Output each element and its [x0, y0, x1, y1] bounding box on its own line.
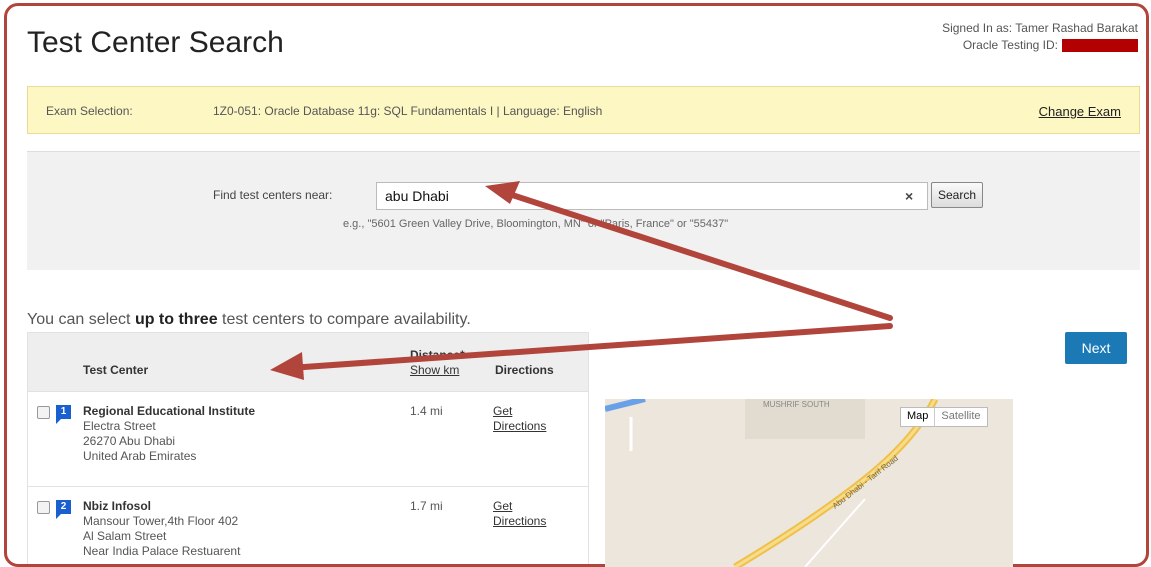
redacted-id: [1062, 39, 1138, 53]
address-line: Mansour Tower,4th Floor 402: [83, 514, 239, 528]
test-center-table: Test Center Distance* Show km Directions…: [27, 332, 589, 564]
page-title: Test Center Search: [27, 26, 284, 59]
change-exam-link[interactable]: Change Exam: [1039, 104, 1121, 119]
show-km-link[interactable]: Show km: [410, 363, 459, 377]
signed-in-label: Signed In as:: [942, 21, 1013, 35]
map-pin-icon: 1: [56, 405, 71, 424]
col-distance: Distance* Show km: [410, 348, 465, 378]
exam-selection-bar: Exam Selection: 1Z0-051: Oracle Database…: [27, 86, 1140, 134]
selection-prefix: You can select: [27, 311, 135, 328]
table-row: 1 Regional Educational Institute Electra…: [27, 392, 589, 487]
exam-selection-value: 1Z0-051: Oracle Database 11g: SQL Fundam…: [213, 104, 603, 118]
center-distance: 1.7 mi: [410, 499, 443, 513]
get-directions-link[interactable]: Get Directions: [493, 499, 546, 529]
selection-bold: up to three: [134, 311, 218, 328]
search-label: Find test centers near:: [213, 188, 333, 202]
search-input[interactable]: [376, 182, 928, 210]
map-type-satellite[interactable]: Satellite: [934, 408, 986, 426]
center-address: Regional Educational Institute Electra S…: [83, 404, 255, 464]
map-type-toggle[interactable]: Map Satellite: [900, 407, 988, 427]
col-directions: Directions: [495, 363, 554, 377]
exam-selection-label: Exam Selection:: [46, 104, 133, 118]
directions-line[interactable]: Get: [493, 499, 546, 514]
select-checkbox[interactable]: [37, 406, 50, 419]
address-line: United Arab Emirates: [83, 449, 197, 463]
map-view[interactable]: MUSHRIF SOUTH Abu Dhabi - Tarif Road Map…: [605, 399, 1013, 567]
selection-info: You can select up to three test centers …: [27, 311, 471, 329]
map-pin-icon: 2: [56, 500, 71, 519]
center-distance: 1.4 mi: [410, 404, 443, 418]
col-test-center: Test Center: [83, 363, 149, 377]
search-panel: Find test centers near: × Search e.g., "…: [27, 151, 1140, 270]
center-name: Regional Educational Institute: [83, 404, 256, 418]
directions-line[interactable]: Get: [493, 404, 546, 419]
clear-icon[interactable]: ×: [905, 188, 913, 204]
table-header: Test Center Distance* Show km Directions: [27, 332, 589, 392]
center-address: Nbiz Infosol Mansour Tower,4th Floor 402…: [83, 499, 240, 559]
center-name: Nbiz Infosol: [83, 499, 151, 513]
address-line: Near India Palace Restuarent: [83, 544, 241, 558]
search-button[interactable]: Search: [931, 182, 984, 208]
table-row: 2 Nbiz Infosol Mansour Tower,4th Floor 4…: [27, 487, 589, 564]
user-info: Signed In as: Tamer Rashad Barakat Oracl…: [942, 20, 1138, 54]
address-line: 26270 Abu Dhabi: [83, 434, 176, 448]
address-line: Al Salam Street: [83, 529, 167, 543]
area-label: MUSHRIF SOUTH: [763, 400, 830, 409]
signed-in-name: Tamer Rashad Barakat: [1015, 21, 1138, 35]
select-checkbox[interactable]: [37, 501, 50, 514]
testing-id-label: Oracle Testing ID:: [962, 38, 1058, 52]
address-line: Electra Street: [83, 419, 156, 433]
selection-suffix: test centers to compare availability.: [217, 311, 471, 328]
distance-label: Distance*: [410, 348, 465, 362]
next-button[interactable]: Next: [1065, 332, 1127, 364]
get-directions-link[interactable]: Get Directions: [493, 404, 546, 434]
directions-line[interactable]: Directions: [493, 514, 546, 529]
directions-line[interactable]: Directions: [493, 419, 546, 434]
search-example: e.g., "5601 Green Valley Drive, Blooming…: [343, 218, 729, 230]
map-type-map[interactable]: Map: [901, 408, 934, 426]
